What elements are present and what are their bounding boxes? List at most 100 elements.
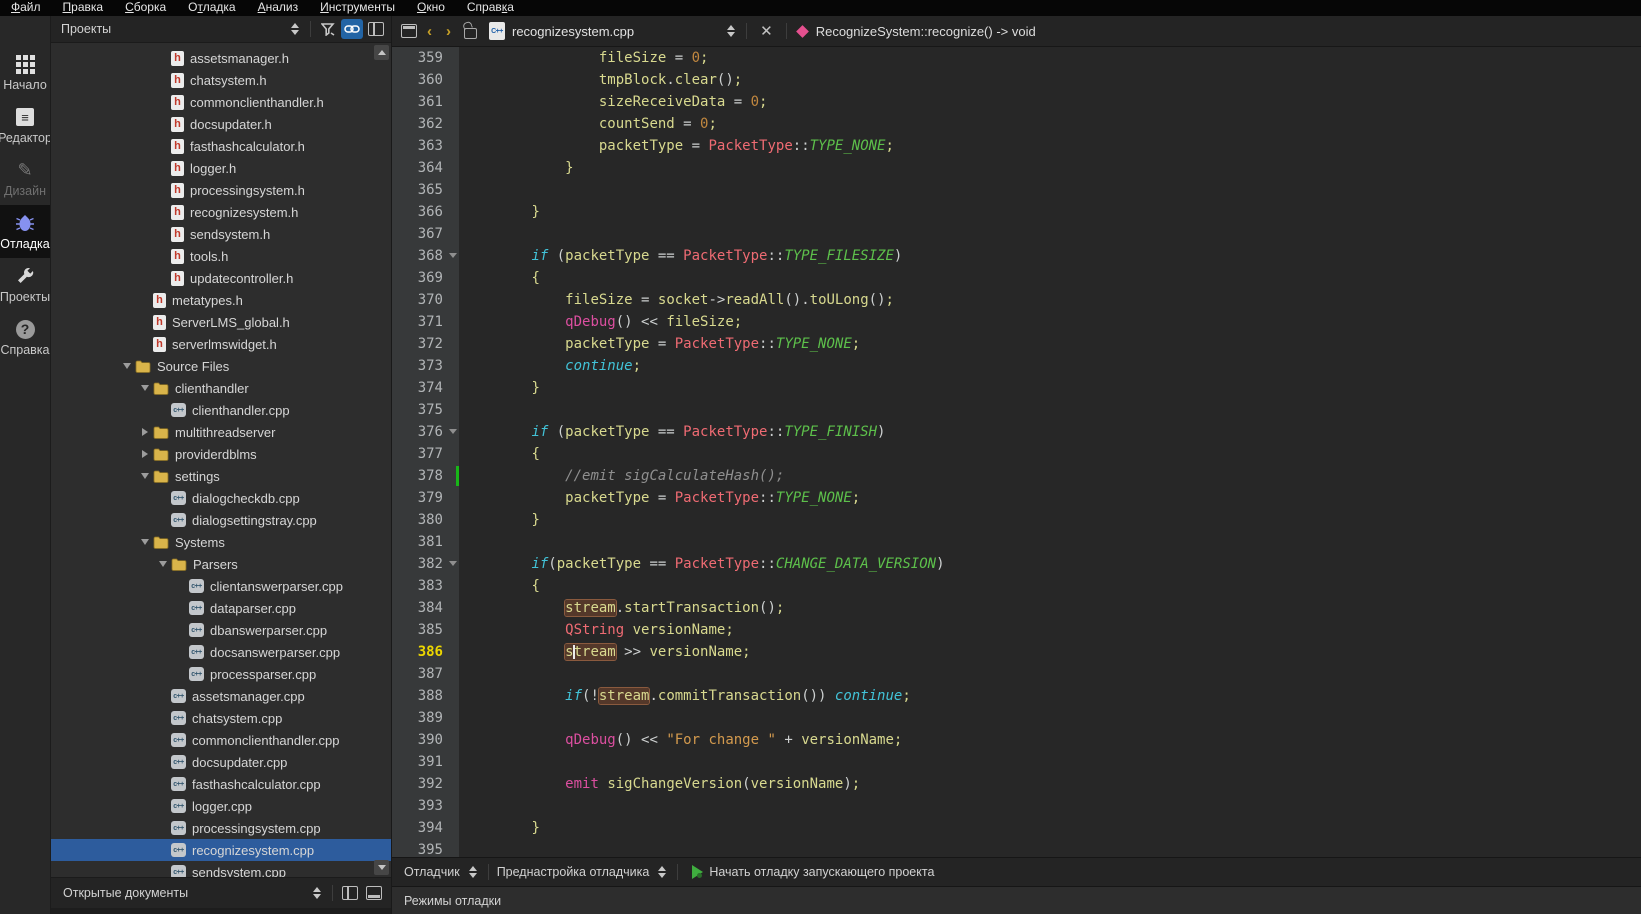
forward-arrow-icon[interactable]: › (439, 24, 458, 39)
tree-item-dataparser.cpp[interactable]: c++dataparser.cpp (51, 597, 391, 619)
code-line-360[interactable]: 360tmpBlock.clear(); (392, 69, 1641, 91)
open-file-name[interactable]: recognizesystem.cpp (512, 24, 634, 39)
expander-open-icon[interactable] (119, 363, 135, 369)
code-line-378[interactable]: 378//emit sigCalculateHash(); (392, 465, 1641, 487)
tree-item-recognizesystem.h[interactable]: hrecognizesystem.h (51, 201, 391, 223)
tree-scroll-up-button[interactable] (374, 45, 389, 60)
code-line-388[interactable]: 388if(!stream.commitTransaction()) conti… (392, 685, 1641, 707)
expander-open-icon[interactable] (155, 561, 171, 567)
tree-item-logger.cpp[interactable]: c++logger.cpp (51, 795, 391, 817)
sort-updown-icon[interactable] (284, 19, 306, 39)
code-line-373[interactable]: 373continue; (392, 355, 1641, 377)
tree-item-settings[interactable]: settings (51, 465, 391, 487)
code-line-363[interactable]: 363packetType = PacketType::TYPE_NONE; (392, 135, 1641, 157)
menu-item-правка[interactable]: Правка (52, 0, 115, 16)
code-line-367[interactable]: 367 (392, 223, 1641, 245)
link-sync-icon[interactable] (341, 19, 363, 39)
debugger-combo-arrows[interactable] (462, 862, 484, 882)
code-line-362[interactable]: 362countSend = 0; (392, 113, 1641, 135)
code-line-382[interactable]: 382if(packetType == PacketType::CHANGE_D… (392, 553, 1641, 575)
code-line-387[interactable]: 387 (392, 663, 1641, 685)
tree-item-updatecontroller.h[interactable]: hupdatecontroller.h (51, 267, 391, 289)
tree-item-tools.h[interactable]: htools.h (51, 245, 391, 267)
tree-item-processparser.cpp[interactable]: c++processparser.cpp (51, 663, 391, 685)
code-line-384[interactable]: 384stream.startTransaction(); (392, 597, 1641, 619)
expander-closed-icon[interactable] (137, 428, 153, 436)
code-line-369[interactable]: 369{ (392, 267, 1641, 289)
code-line-389[interactable]: 389 (392, 707, 1641, 729)
tree-item-serverlmswidget.h[interactable]: hserverlmswidget.h (51, 333, 391, 355)
tree-item-assetsmanager.cpp[interactable]: c++assetsmanager.cpp (51, 685, 391, 707)
code-line-375[interactable]: 375 (392, 399, 1641, 421)
tree-item-chatsystem.h[interactable]: hchatsystem.h (51, 69, 391, 91)
tree-item-providerdblms[interactable]: providerdblms (51, 443, 391, 465)
tree-item-dialogcheckdb.cpp[interactable]: c++dialogcheckdb.cpp (51, 487, 391, 509)
code-line-371[interactable]: 371qDebug() << fileSize; (392, 311, 1641, 333)
hide-sidebar-icon[interactable] (398, 21, 420, 41)
tree-item-processingsystem.cpp[interactable]: c++processingsystem.cpp (51, 817, 391, 839)
start-debug-icon[interactable] (692, 865, 703, 879)
code-line-390[interactable]: 390qDebug() << "For change " + versionNa… (392, 729, 1641, 751)
fold-marker-icon[interactable] (449, 253, 457, 258)
mode-button-начало[interactable]: Начало (0, 46, 50, 99)
tree-item-processingsystem.h[interactable]: hprocessingsystem.h (51, 179, 391, 201)
debug-preset-combo[interactable]: Преднастройка отладчика (497, 865, 650, 879)
expander-open-icon[interactable] (137, 539, 153, 545)
tree-item-docsupdater.h[interactable]: hdocsupdater.h (51, 113, 391, 135)
code-line-395[interactable]: 395 (392, 839, 1641, 857)
split-add-icon[interactable] (365, 19, 387, 39)
code-line-394[interactable]: 394} (392, 817, 1641, 839)
start-debug-label[interactable]: Начать отладку запускающего проекта (709, 865, 934, 879)
open-docs-collapse-icon[interactable] (363, 883, 385, 903)
menu-item-анализ[interactable]: Анализ (247, 0, 310, 16)
tree-item-serverlms-global.h[interactable]: hServerLMS_global.h (51, 311, 391, 333)
code-line-361[interactable]: 361sizeReceiveData = 0; (392, 91, 1641, 113)
tree-item-systems[interactable]: Systems (51, 531, 391, 553)
debug-preset-combo-arrows[interactable] (651, 862, 673, 882)
open-documents-title[interactable]: Открытые документы (63, 886, 304, 900)
expander-closed-icon[interactable] (137, 450, 153, 458)
menu-item-справка[interactable]: Справка (456, 0, 525, 16)
debugger-combo[interactable]: Отладчик (404, 865, 460, 879)
tree-scroll-down-button[interactable] (374, 860, 389, 875)
code-line-386[interactable]: 386stream >> versionName; (392, 641, 1641, 663)
code-line-370[interactable]: 370fileSize = socket->readAll().toULong(… (392, 289, 1641, 311)
document-dropdown-icon[interactable] (720, 21, 742, 41)
projects-panel-title[interactable]: Проекты (61, 22, 282, 36)
tree-item-fasthashcalculator.h[interactable]: hfasthashcalculator.h (51, 135, 391, 157)
tree-item-chatsystem.cpp[interactable]: c++chatsystem.cpp (51, 707, 391, 729)
tree-item-dialogsettingstray.cpp[interactable]: c++dialogsettingstray.cpp (51, 509, 391, 531)
code-line-365[interactable]: 365 (392, 179, 1641, 201)
code-line-364[interactable]: 364} (392, 157, 1641, 179)
tree-item-multithreadserver[interactable]: multithreadserver (51, 421, 391, 443)
open-docs-split-add-icon[interactable] (339, 883, 361, 903)
tree-item-logger.h[interactable]: hlogger.h (51, 157, 391, 179)
code-line-374[interactable]: 374} (392, 377, 1641, 399)
menu-item-окно[interactable]: Окно (406, 0, 456, 16)
mode-button-отладка[interactable]: Отладка (0, 205, 50, 258)
open-docs-sort-icon[interactable] (306, 883, 328, 903)
code-line-379[interactable]: 379packetType = PacketType::TYPE_NONE; (392, 487, 1641, 509)
tree-item-fasthashcalculator.cpp[interactable]: c++fasthashcalculator.cpp (51, 773, 391, 795)
menu-item-инструменты[interactable]: Инструменты (309, 0, 406, 16)
tree-item-assetsmanager.h[interactable]: hassetsmanager.h (51, 47, 391, 69)
back-arrow-icon[interactable]: ‹ (420, 24, 439, 39)
tree-item-commonclienthandler.cpp[interactable]: c++commonclienthandler.cpp (51, 729, 391, 751)
code-line-376[interactable]: 376if (packetType == PacketType::TYPE_FI… (392, 421, 1641, 443)
menu-item-отладка[interactable]: Отладка (177, 0, 246, 16)
tree-item-source-files[interactable]: Source Files (51, 355, 391, 377)
tree-item-dbanswerparser.cpp[interactable]: c++dbanswerparser.cpp (51, 619, 391, 641)
code-line-391[interactable]: 391 (392, 751, 1641, 773)
tree-item-clientanswerparser.cpp[interactable]: c++clientanswerparser.cpp (51, 575, 391, 597)
tree-item-docsanswerparser.cpp[interactable]: c++docsanswerparser.cpp (51, 641, 391, 663)
tree-item-docsupdater.cpp[interactable]: c++docsupdater.cpp (51, 751, 391, 773)
tree-item-clienthandler.cpp[interactable]: c++clienthandler.cpp (51, 399, 391, 421)
code-line-393[interactable]: 393 (392, 795, 1641, 817)
tree-item-parsers[interactable]: Parsers (51, 553, 391, 575)
tree-item-metatypes.h[interactable]: hmetatypes.h (51, 289, 391, 311)
mode-button-проекты[interactable]: Проекты (0, 258, 50, 311)
code-line-383[interactable]: 383{ (392, 575, 1641, 597)
code-editor[interactable]: 359fileSize = 0;360tmpBlock.clear();361s… (392, 47, 1641, 857)
expander-open-icon[interactable] (137, 473, 153, 479)
code-line-359[interactable]: 359fileSize = 0; (392, 47, 1641, 69)
